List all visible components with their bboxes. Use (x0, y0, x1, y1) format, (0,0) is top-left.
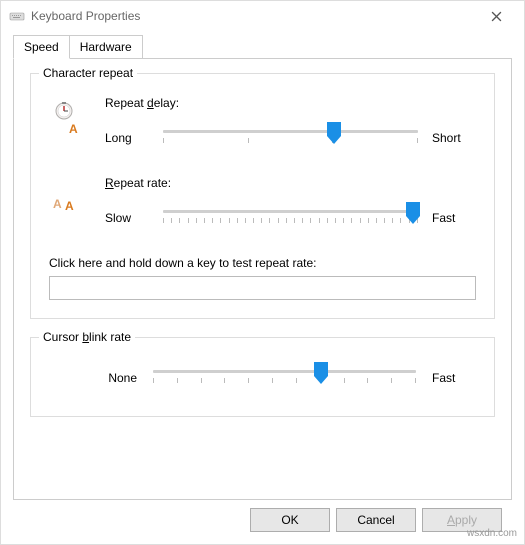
cursor-blink-slider[interactable] (153, 364, 416, 392)
cursor-blink-row: None Fast (49, 360, 476, 398)
keyboard-properties-window: Keyboard Properties Speed Hardware Chara… (0, 0, 525, 545)
svg-text:A: A (65, 199, 74, 213)
repeat-rate-row: A A Repeat rate: Slow (49, 176, 476, 232)
svg-text:A: A (53, 197, 62, 211)
window-title: Keyboard Properties (31, 9, 476, 23)
repeat-delay-row: A Repeat delay: Long (49, 96, 476, 152)
cursor-fast-label: Fast (432, 371, 476, 385)
repeat-rate-label: Repeat rate: (105, 176, 476, 190)
button-row: OK Cancel Apply (13, 500, 512, 536)
cancel-button[interactable]: Cancel (336, 508, 416, 532)
test-label: Click here and hold down a key to test r… (49, 256, 476, 270)
titlebar: Keyboard Properties (1, 1, 524, 31)
close-button[interactable] (476, 2, 516, 30)
repeat-rate-max-label: Fast (432, 211, 476, 225)
test-input[interactable] (49, 276, 476, 300)
cursor-blink-group: Cursor blink rate None Fast (30, 337, 495, 417)
keyboard-app-icon (9, 8, 25, 24)
tab-strip: Speed Hardware (13, 35, 512, 58)
test-area: Click here and hold down a key to test r… (49, 256, 476, 300)
cursor-none-label: None (93, 371, 137, 385)
repeat-rate-slider[interactable] (163, 204, 418, 232)
cursor-blink-title: Cursor blink rate (39, 330, 135, 344)
repeat-delay-thumb[interactable] (327, 122, 341, 144)
character-repeat-group: Character repeat A (30, 73, 495, 319)
character-repeat-title: Character repeat (39, 66, 137, 80)
repeat-rate-icon: A A (49, 176, 89, 216)
tab-hardware[interactable]: Hardware (69, 35, 143, 59)
svg-text:A: A (69, 122, 78, 136)
repeat-rate-min-label: Slow (105, 211, 149, 225)
tab-speed[interactable]: Speed (13, 35, 70, 59)
cursor-blink-thumb[interactable] (314, 362, 328, 384)
repeat-delay-max-label: Short (432, 131, 476, 145)
close-icon (491, 11, 502, 22)
repeat-delay-slider[interactable] (163, 124, 418, 152)
watermark: wsxdn.com (467, 528, 517, 539)
repeat-delay-label: Repeat delay: (105, 96, 476, 110)
tab-panel-speed: Character repeat A (13, 58, 512, 500)
repeat-rate-thumb[interactable] (406, 202, 420, 224)
repeat-delay-icon: A (49, 96, 89, 136)
repeat-delay-min-label: Long (105, 131, 149, 145)
client-area: Speed Hardware Character repeat (1, 31, 524, 544)
ok-button[interactable]: OK (250, 508, 330, 532)
